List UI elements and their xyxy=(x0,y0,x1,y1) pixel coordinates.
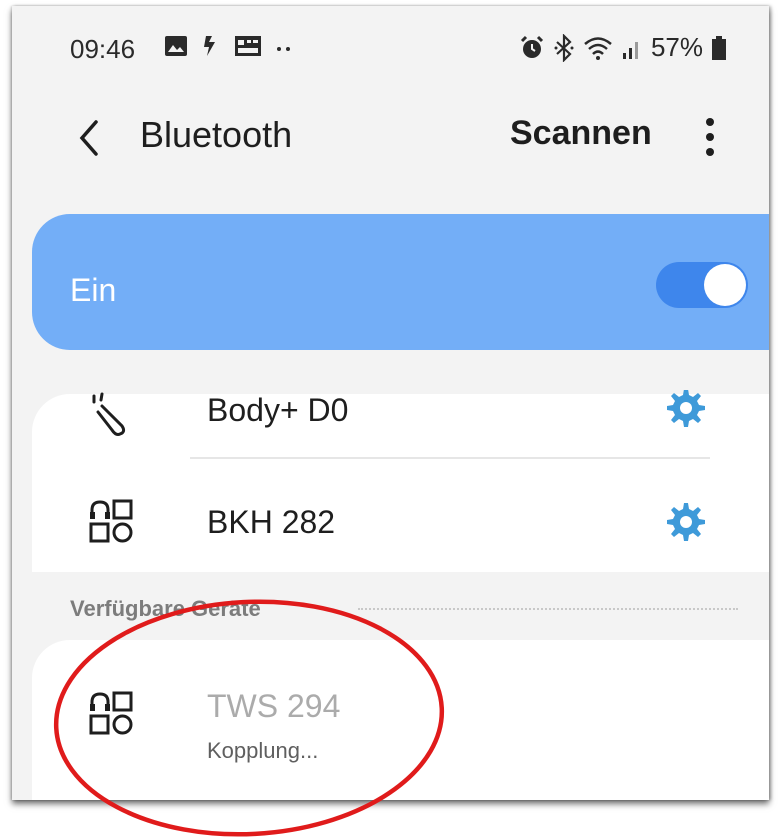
scan-button[interactable]: Scannen xyxy=(510,114,652,153)
device-generic-icon xyxy=(89,499,133,543)
phone-screen: 09:46 57% Bluetooth Scannen Ein Body+ D0… xyxy=(12,6,769,800)
section-header-available: Verfügbare Geräte xyxy=(70,596,261,621)
device-status: Kopplung... xyxy=(207,738,319,763)
page-title: Bluetooth xyxy=(140,114,293,155)
status-icons-right: 57% xyxy=(519,32,727,63)
more-dots-icon xyxy=(277,47,290,51)
switch-knob xyxy=(704,264,746,306)
device-name: TWS 294 xyxy=(207,688,341,724)
chevron-left-icon[interactable] xyxy=(74,114,104,162)
paired-devices-list: Body+ D0 BKH 282 xyxy=(12,390,769,576)
device-generic-icon xyxy=(89,691,133,735)
gear-icon[interactable] xyxy=(664,500,708,544)
status-time: 09:46 xyxy=(70,34,136,64)
status-bar: 09:46 57% xyxy=(12,6,769,86)
notification-icon xyxy=(204,36,215,56)
alarm-icon xyxy=(520,35,544,58)
wifi-icon xyxy=(584,36,612,60)
list-item[interactable] xyxy=(12,666,769,766)
section-divider xyxy=(358,608,738,610)
battery-icon xyxy=(712,35,726,60)
toggle-label: Ein xyxy=(70,272,117,308)
device-name: Body+ D0 xyxy=(207,392,349,428)
bluetooth-toggle-card[interactable]: Ein xyxy=(32,214,769,350)
list-divider xyxy=(190,457,710,459)
battery-percent: 57% xyxy=(650,32,703,62)
gear-icon[interactable] xyxy=(664,390,708,430)
list-item[interactable]: Body+ D0 xyxy=(12,390,769,462)
list-item[interactable]: BKH 282 xyxy=(12,482,769,576)
bluetooth-switch[interactable] xyxy=(656,262,748,308)
signal-icon xyxy=(622,41,638,59)
status-icons-left xyxy=(164,34,294,58)
more-vertical-icon[interactable] xyxy=(704,116,716,158)
calendar-icon xyxy=(235,36,261,56)
wearable-icon xyxy=(92,392,126,436)
bluetooth-icon xyxy=(554,33,574,62)
device-name: BKH 282 xyxy=(207,504,336,540)
gallery-icon xyxy=(165,36,187,56)
